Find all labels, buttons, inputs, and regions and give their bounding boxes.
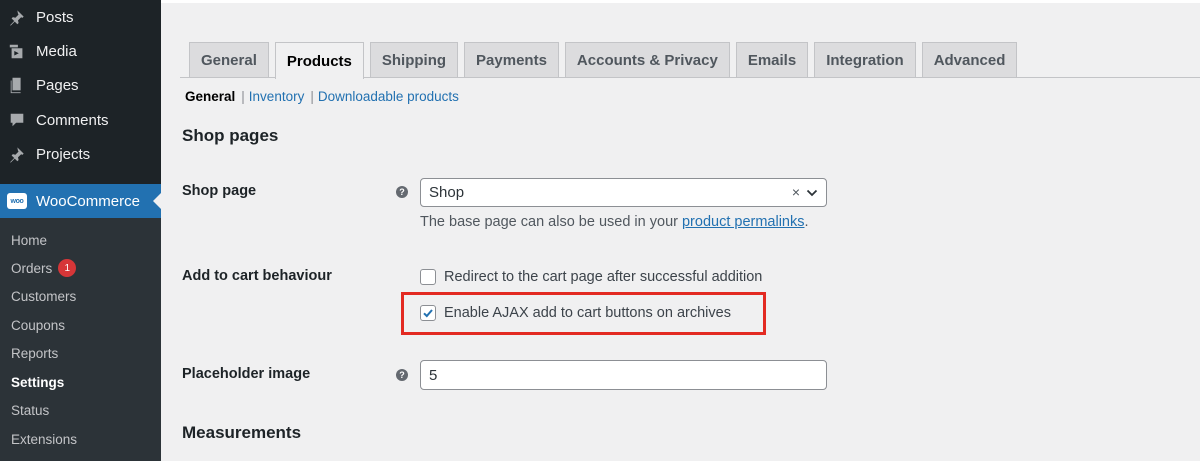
submenu-item-status[interactable]: Status — [11, 400, 49, 420]
pin-icon — [7, 7, 27, 27]
submenu-label: Settings — [11, 374, 65, 390]
top-strip — [161, 0, 1200, 3]
menu-item-label: Posts — [36, 8, 74, 26]
tab-shipping[interactable]: Shipping — [369, 42, 459, 78]
highlight-box — [401, 292, 766, 335]
submenu-item-customers[interactable]: Customers — [11, 286, 76, 306]
woocommerce-submenu: Home Orders 1 Customers Coupons Reports S… — [0, 218, 161, 461]
menu-item-label: Comments — [36, 111, 109, 129]
menu-item-posts[interactable]: Posts — [0, 0, 161, 34]
submenu-label: Orders — [11, 260, 53, 276]
menu-item-label: Projects — [36, 145, 91, 163]
submenu-label: Status — [11, 402, 50, 418]
menu-item-media[interactable]: Media — [0, 34, 161, 68]
section-heading-measurements: Measurements — [182, 423, 302, 442]
help-icon[interactable]: ? — [396, 186, 408, 198]
subnav-link-inventory[interactable]: Inventory — [249, 89, 305, 104]
description-text: . — [804, 214, 809, 230]
redirect-to-cart-checkbox[interactable] — [420, 269, 436, 285]
menu-item-label: WooCommerce — [36, 192, 140, 210]
subnav-separator: | — [310, 89, 314, 104]
submenu-label: Customers — [11, 288, 77, 304]
clear-icon[interactable]: × — [792, 184, 800, 200]
admin-sidebar: Posts Media Pages Comments Projects woo … — [0, 0, 161, 461]
woocommerce-icon: woo — [7, 193, 27, 209]
subnav-separator: | — [241, 89, 245, 104]
submenu-item-settings[interactable]: Settings — [11, 372, 64, 392]
media-icon — [7, 41, 27, 61]
shop-page-selected-value: Shop — [429, 184, 465, 201]
menu-item-projects[interactable]: Projects — [0, 137, 161, 171]
submenu-label: Extensions — [11, 431, 78, 447]
submenu-label: Home — [11, 232, 48, 248]
chevron-down-icon — [806, 189, 818, 197]
submenu-label: Coupons — [11, 317, 66, 333]
submenu-label: Reports — [11, 345, 59, 361]
tab-advanced[interactable]: Advanced — [921, 42, 1018, 78]
tab-integration[interactable]: Integration — [814, 42, 916, 78]
placeholder-image-input[interactable]: 5 — [420, 360, 827, 390]
pin-icon — [7, 144, 27, 164]
help-icon[interactable]: ? — [396, 369, 408, 381]
checkbox-label: Redirect to the cart page after successf… — [444, 269, 763, 285]
pages-icon — [7, 75, 27, 95]
submenu-item-orders[interactable]: Orders 1 — [11, 258, 77, 278]
subnav-link-downloadable[interactable]: Downloadable products — [318, 89, 459, 104]
submenu-item-reports[interactable]: Reports — [11, 343, 58, 363]
menu-item-label: Media — [36, 42, 77, 60]
shop-page-description: The base page can also be used in your p… — [420, 214, 809, 230]
tab-emails[interactable]: Emails — [735, 42, 809, 78]
orders-count-badge: 1 — [58, 259, 77, 277]
submenu-item-extensions[interactable]: Extensions — [11, 429, 77, 449]
menu-item-woocommerce[interactable]: woo WooCommerce — [0, 184, 161, 218]
menu-item-label: Pages — [36, 76, 79, 94]
placeholder-image-label: Placeholder image — [182, 366, 311, 382]
section-subnav: General | Inventory | Downloadable produ… — [185, 89, 459, 104]
menu-item-comments[interactable]: Comments — [0, 103, 161, 137]
description-text: The base page can also be used in your — [420, 214, 682, 230]
tab-payments[interactable]: Payments — [464, 42, 559, 78]
shop-page-label: Shop page — [182, 183, 257, 199]
submenu-item-home[interactable]: Home — [11, 230, 47, 250]
subnav-current-general: General — [185, 89, 236, 104]
menu-item-pages[interactable]: Pages — [0, 68, 161, 102]
tab-general[interactable]: General — [189, 42, 269, 78]
shop-page-select[interactable]: Shop × — [420, 178, 827, 207]
tab-products[interactable]: Products — [274, 42, 364, 79]
section-heading-shop-pages: Shop pages — [182, 126, 279, 145]
submenu-item-coupons[interactable]: Coupons — [11, 315, 65, 335]
comment-icon — [7, 110, 27, 130]
product-permalinks-link[interactable]: product permalinks — [682, 214, 805, 230]
redirect-to-cart-option: Redirect to the cart page after successf… — [420, 269, 762, 285]
add-to-cart-label: Add to cart behaviour — [182, 268, 332, 284]
tab-accounts-privacy[interactable]: Accounts & Privacy — [564, 42, 730, 78]
settings-tabs: General Products Shipping Payments Accou… — [189, 42, 1023, 79]
